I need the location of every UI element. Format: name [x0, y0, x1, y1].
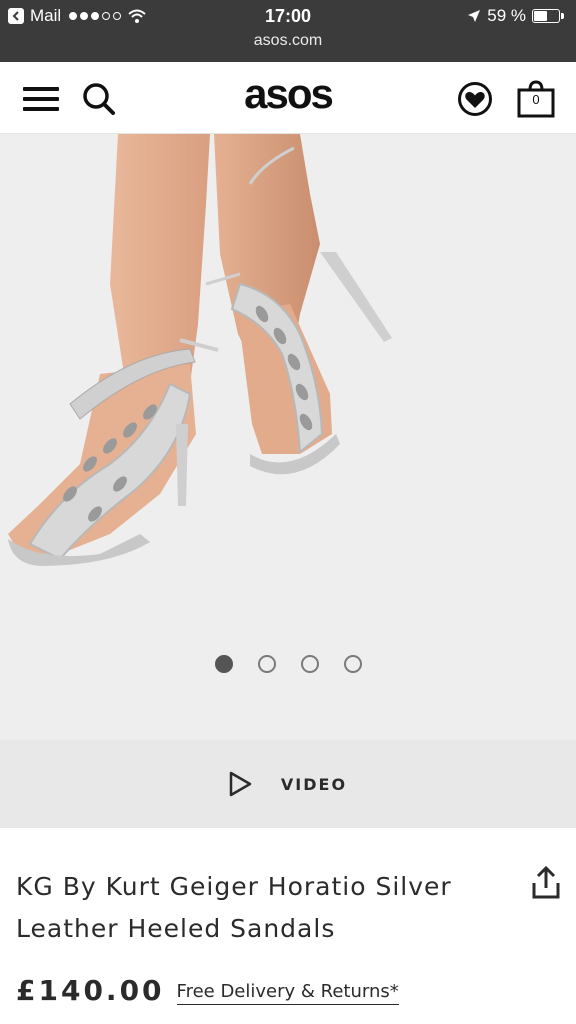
product-title-line-1: KG By Kurt Geiger Horatio Silver [16, 872, 452, 901]
free-delivery-link[interactable]: Free Delivery & Returns* [176, 981, 399, 1005]
url-bar[interactable]: asos.com [0, 32, 576, 50]
share-icon[interactable] [530, 865, 562, 900]
price-row: £140.00 Free Delivery & Returns* [16, 974, 399, 1007]
product-photo [8, 134, 392, 566]
gallery-pagination [0, 655, 576, 673]
video-label: VIDEO [280, 774, 348, 794]
site-header: asos 0 [0, 62, 576, 134]
heart-icon[interactable] [456, 80, 494, 118]
product-title: KG By Kurt Geiger Horatio Silver Leather… [16, 866, 496, 950]
status-bar-right: 59 % [467, 6, 564, 26]
product-title-line-2: Leather Heeled Sandals [16, 914, 336, 943]
gallery-dot[interactable] [214, 655, 233, 673]
gallery-dot[interactable] [300, 655, 319, 673]
bag-count: 0 [532, 92, 540, 107]
play-icon [229, 771, 252, 797]
gallery-dot[interactable] [343, 655, 362, 673]
battery-percent: 59 % [487, 6, 526, 25]
video-button[interactable]: VIDEO [0, 740, 576, 828]
product-image-gallery[interactable] [0, 134, 576, 740]
status-bar: Mail 17:00 asos.com 59 % [0, 0, 576, 62]
battery-icon [532, 9, 564, 23]
location-arrow-icon [468, 10, 481, 22]
gallery-dot[interactable] [257, 655, 276, 673]
product-price: £140.00 [16, 974, 165, 1007]
shopping-bag-icon[interactable]: 0 [516, 80, 556, 118]
